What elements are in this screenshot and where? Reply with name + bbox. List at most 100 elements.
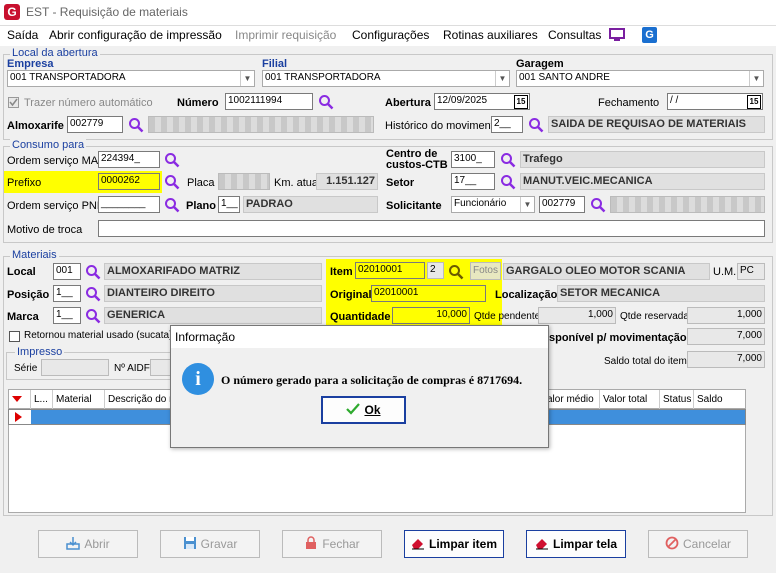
calendar-icon[interactable]: 15 — [747, 95, 761, 109]
fechar-label: Fechar — [322, 537, 360, 551]
limpar-tela-label: Limpar tela — [552, 537, 618, 551]
limpar-item-button[interactable]: Limpar item — [404, 530, 504, 558]
os-pne-input[interactable]: ________ — [98, 196, 160, 213]
menu-saida[interactable]: Saída — [7, 28, 38, 42]
limpar-tela-button[interactable]: Limpar tela — [526, 530, 626, 558]
search-os-man-icon[interactable] — [164, 152, 180, 168]
search-prefixo-icon[interactable] — [164, 174, 180, 190]
setor-code-input[interactable]: 17__ — [451, 173, 495, 190]
menu-abrir-config-impressao[interactable]: Abrir configuração de impressão — [49, 28, 222, 42]
col-header-material[interactable]: Material — [53, 390, 105, 409]
marca-code-input[interactable]: 1__ — [53, 307, 81, 324]
empresa-label: Empresa — [7, 58, 54, 70]
historico-code-input[interactable]: 2__ — [491, 116, 523, 133]
search-almoxarife-icon[interactable] — [128, 117, 144, 133]
item-seq-field: 2 — [427, 262, 444, 279]
saldo-total-value: 7,000 — [687, 351, 765, 368]
check-icon — [346, 403, 361, 415]
chevron-down-icon: ▼ — [749, 71, 763, 86]
ok-button[interactable]: Ok — [321, 396, 406, 424]
garagem-select[interactable]: 001 SANTO ANDRE ▼ — [516, 70, 764, 87]
search-item-icon[interactable] — [448, 264, 464, 280]
search-os-pne-icon[interactable] — [164, 197, 180, 213]
search-posicao-icon[interactable] — [85, 286, 101, 302]
local-label: Local — [7, 266, 36, 278]
retornou-material-checkbox[interactable] — [9, 331, 20, 342]
impresso-title: Impresso — [15, 346, 65, 358]
table-sort-icon[interactable] — [9, 390, 31, 409]
solicitante-code-input[interactable]: 002779 — [539, 196, 585, 213]
serie-label: Série — [14, 363, 38, 374]
marca-label: Marca — [7, 311, 39, 323]
numero-input[interactable]: 1002111994 — [225, 93, 313, 110]
motivo-troca-input[interactable] — [98, 220, 765, 237]
menu-consultas[interactable]: Consultas — [548, 28, 601, 42]
gravar-button[interactable]: Gravar — [160, 530, 260, 558]
app-logo-icon: G — [4, 4, 20, 20]
plano-code-input[interactable]: 1__ — [218, 196, 240, 213]
monitor-icon[interactable] — [609, 28, 625, 45]
local-code-input[interactable]: 001 — [53, 263, 81, 280]
save-icon — [183, 537, 196, 549]
prefixo-input[interactable]: 0000262 — [98, 173, 160, 190]
numero-label: Número — [177, 97, 219, 109]
cancelar-button[interactable]: Cancelar — [648, 530, 748, 558]
app-g-icon[interactable]: G — [642, 27, 657, 43]
qtde-reservada-label: Qtde reservada — [620, 311, 689, 322]
solicitante-type-value: Funcionário — [454, 198, 507, 209]
quantidade-input[interactable]: 10,000 — [392, 307, 470, 324]
search-setor-icon[interactable] — [500, 174, 516, 190]
um-label: U.M. — [713, 266, 737, 278]
item-code-input[interactable]: 02010001 — [355, 262, 425, 279]
prefixo-label: Prefixo — [7, 177, 42, 189]
search-marca-icon[interactable] — [85, 308, 101, 324]
plano-value: PADRAO — [243, 196, 378, 213]
centro-value: Trafego — [520, 151, 765, 168]
window-title: EST - Requisição de materiais — [26, 5, 188, 19]
col-header-status[interactable]: Status — [660, 390, 694, 409]
retornou-material-label: Retornou material usado (sucata) — [24, 330, 173, 341]
search-centro-icon[interactable] — [500, 152, 516, 168]
original-input[interactable]: 02010001 — [371, 285, 486, 302]
search-local-icon[interactable] — [85, 264, 101, 280]
os-man-input[interactable]: 224394_ — [98, 151, 160, 168]
col-header-l[interactable]: L... — [31, 390, 53, 409]
calendar-icon[interactable]: 15 — [514, 95, 528, 109]
fotos-button[interactable]: Fotos — [470, 262, 501, 280]
localizacao-value: SETOR MECANICA — [557, 285, 765, 302]
garagem-value: 001 SANTO ANDRE — [519, 72, 610, 83]
eraser-icon — [411, 539, 424, 550]
posicao-code-input[interactable]: 1__ — [53, 285, 81, 302]
saldo-total-label: Saldo total do item — [604, 356, 687, 367]
col-header-saldo[interactable]: Saldo — [694, 390, 747, 409]
serie-value — [41, 359, 109, 376]
centro-code-input[interactable]: 3100_ — [451, 151, 495, 168]
menu-configuracoes[interactable]: Configurações — [352, 28, 429, 42]
abrir-button[interactable]: Abrir — [38, 530, 138, 558]
fechamento-label: Fechamento — [598, 97, 660, 109]
search-historico-icon[interactable] — [528, 117, 544, 133]
empresa-select[interactable]: 001 TRANSPORTADORA ▼ — [7, 70, 255, 87]
filial-select[interactable]: 001 TRANSPORTADORA ▼ — [262, 70, 510, 87]
menu-imprimir-requisicao[interactable]: Imprimir requisição — [235, 28, 336, 42]
garagem-label: Garagem — [516, 58, 564, 70]
original-label: Original — [330, 289, 372, 301]
menu-rotinas-auxiliares[interactable]: Rotinas auxiliares — [443, 28, 538, 42]
plano-label: Plano — [186, 200, 216, 212]
trazer-numero-checkbox[interactable] — [8, 97, 19, 108]
aidf-label: Nº AIDF — [114, 363, 150, 374]
chevron-down-icon: ▼ — [240, 71, 254, 86]
fechar-button[interactable]: Fechar — [282, 530, 382, 558]
empresa-value: 001 TRANSPORTADORA — [10, 72, 126, 83]
solicitante-type-select[interactable]: Funcionário ▼ — [451, 196, 535, 213]
item-label: Item — [330, 266, 353, 278]
placa-label: Placa — [187, 177, 215, 189]
col-header-valor-total[interactable]: Valor total — [600, 390, 660, 409]
col-header-valor-medio[interactable]: alor médio — [544, 390, 600, 409]
cancel-icon — [665, 536, 679, 550]
marca-value: GENERICA — [104, 307, 322, 324]
almoxarife-input[interactable]: 002779 — [67, 116, 123, 133]
search-numero-icon[interactable] — [318, 94, 334, 110]
search-solicitante-icon[interactable] — [590, 197, 606, 213]
filial-value: 001 TRANSPORTADORA — [265, 72, 381, 83]
